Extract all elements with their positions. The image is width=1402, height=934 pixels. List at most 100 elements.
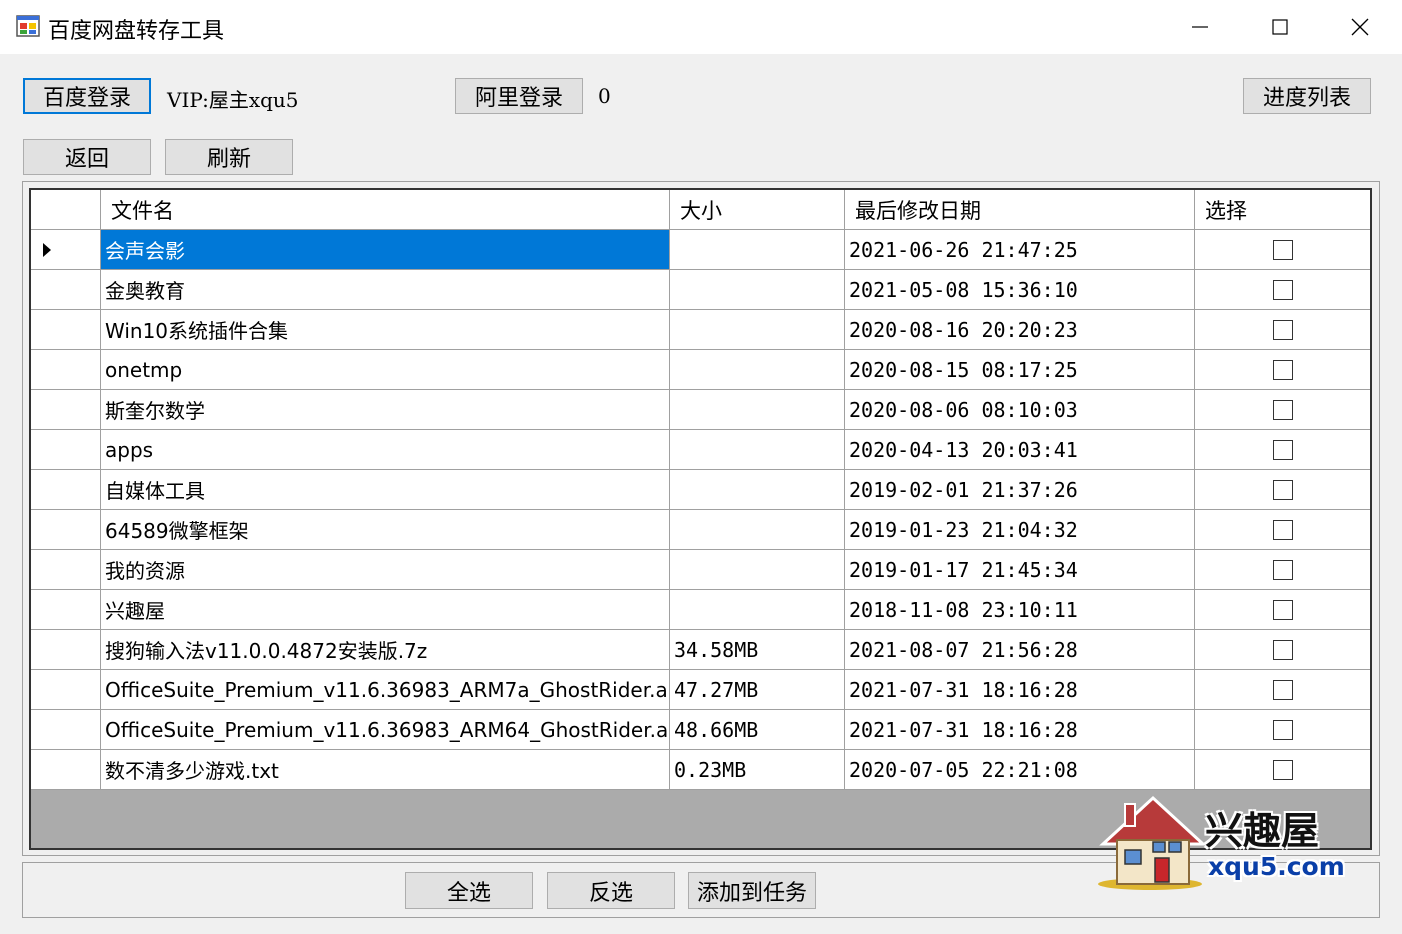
minimize-button[interactable] [1160, 0, 1240, 54]
table-row[interactable]: 搜狗输入法v11.0.0.4872安装版.7z 34.58MB 2021-08-07… [31, 630, 1370, 670]
select-cell[interactable] [1195, 350, 1370, 389]
select-cell[interactable] [1195, 510, 1370, 549]
select-cell[interactable] [1195, 630, 1370, 669]
select-cell[interactable] [1195, 270, 1370, 309]
size-cell[interactable] [670, 470, 845, 509]
row-header-cell[interactable] [31, 270, 101, 309]
refresh-button[interactable]: 刷新 [165, 139, 293, 175]
select-checkbox[interactable] [1272, 239, 1293, 260]
modified-date-cell[interactable]: 2021-06-26 21:47:25 [845, 230, 1195, 269]
back-button[interactable]: 返回 [23, 139, 151, 175]
baidu-login-button[interactable]: 百度登录 [23, 78, 151, 114]
select-cell[interactable] [1195, 310, 1370, 349]
size-cell[interactable] [670, 430, 845, 469]
select-checkbox[interactable] [1272, 359, 1293, 380]
size-cell[interactable]: 47.27MB [670, 670, 845, 709]
table-row[interactable]: 64589微擎框架 2019-01-23 21:04:32 [31, 510, 1370, 550]
column-header-modified[interactable]: 最后修改日期 [845, 190, 1195, 229]
row-header-cell[interactable] [31, 590, 101, 629]
size-cell[interactable] [670, 310, 845, 349]
table-row[interactable]: 会声会影 2021-06-26 21:47:25 [31, 230, 1370, 270]
row-header-cell[interactable] [31, 550, 101, 589]
filename-cell[interactable]: onetmp [101, 350, 670, 389]
select-checkbox[interactable] [1272, 759, 1293, 780]
select-checkbox[interactable] [1272, 279, 1293, 300]
select-cell[interactable] [1195, 390, 1370, 429]
maximize-button[interactable] [1240, 0, 1320, 54]
size-cell[interactable] [670, 230, 845, 269]
filename-cell[interactable]: apps [101, 430, 670, 469]
table-row[interactable]: apps 2020-04-13 20:03:41 [31, 430, 1370, 470]
progress-list-button[interactable]: 进度列表 [1243, 78, 1371, 114]
size-cell[interactable] [670, 590, 845, 629]
select-cell[interactable] [1195, 670, 1370, 709]
size-cell[interactable]: 34.58MB [670, 630, 845, 669]
select-cell[interactable] [1195, 750, 1370, 789]
row-header-cell[interactable] [31, 630, 101, 669]
row-header-cell[interactable] [31, 430, 101, 469]
column-header-select[interactable]: 选择 [1195, 190, 1370, 229]
modified-date-cell[interactable]: 2020-08-16 20:20:23 [845, 310, 1195, 349]
table-row[interactable]: 兴趣屋 2018-11-08 23:10:11 [31, 590, 1370, 630]
modified-date-cell[interactable]: 2020-08-15 08:17:25 [845, 350, 1195, 389]
modified-date-cell[interactable]: 2020-07-05 22:21:08 [845, 750, 1195, 789]
size-cell[interactable]: 0.23MB [670, 750, 845, 789]
table-row[interactable]: OfficeSuite_Premium_v11.6.36983_ARM64_Gh… [31, 710, 1370, 750]
filename-cell[interactable]: OfficeSuite_Premium_v11.6.36983_ARM64_Gh… [101, 710, 670, 749]
modified-date-cell[interactable]: 2019-01-17 21:45:34 [845, 550, 1195, 589]
row-header-cell[interactable] [31, 390, 101, 429]
modified-date-cell[interactable]: 2021-07-31 18:16:28 [845, 670, 1195, 709]
modified-date-cell[interactable]: 2021-08-07 21:56:28 [845, 630, 1195, 669]
close-button[interactable] [1320, 0, 1400, 54]
table-row[interactable]: onetmp 2020-08-15 08:17:25 [31, 350, 1370, 390]
invert-select-button[interactable]: 反选 [547, 872, 675, 909]
select-checkbox[interactable] [1272, 559, 1293, 580]
size-cell[interactable] [670, 350, 845, 389]
file-grid[interactable]: 文件名 大小 最后修改日期 选择 会声会影 2021-06-26 21:47:25… [29, 188, 1372, 850]
size-cell[interactable] [670, 270, 845, 309]
filename-cell[interactable]: 斯奎尔数学 [101, 390, 670, 429]
select-checkbox[interactable] [1272, 479, 1293, 500]
table-row[interactable]: 数不清多少游戏.txt 0.23MB 2020-07-05 22:21:08 [31, 750, 1370, 790]
row-header-cell[interactable] [31, 350, 101, 389]
row-header-cell[interactable] [31, 750, 101, 789]
modified-date-cell[interactable]: 2021-07-31 18:16:28 [845, 710, 1195, 749]
modified-date-cell[interactable]: 2018-11-08 23:10:11 [845, 590, 1195, 629]
filename-cell[interactable]: 64589微擎框架 [101, 510, 670, 549]
table-row[interactable]: OfficeSuite_Premium_v11.6.36983_ARM7a_Gh… [31, 670, 1370, 710]
modified-date-cell[interactable]: 2020-04-13 20:03:41 [845, 430, 1195, 469]
filename-cell[interactable]: 数不清多少游戏.txt [101, 750, 670, 789]
modified-date-cell[interactable]: 2019-01-23 21:04:32 [845, 510, 1195, 549]
column-header-filename[interactable]: 文件名 [101, 190, 670, 229]
table-row[interactable]: 斯奎尔数学 2020-08-06 08:10:03 [31, 390, 1370, 430]
filename-cell[interactable]: 我的资源 [101, 550, 670, 589]
select-cell[interactable] [1195, 710, 1370, 749]
ali-login-button[interactable]: 阿里登录 [455, 78, 583, 114]
row-header-cell[interactable] [31, 710, 101, 749]
select-checkbox[interactable] [1272, 519, 1293, 540]
select-checkbox[interactable] [1272, 439, 1293, 460]
row-header-cell[interactable] [31, 510, 101, 549]
size-cell[interactable] [670, 390, 845, 429]
filename-cell[interactable]: 搜狗输入法v11.0.0.4872安装版.7z [101, 630, 670, 669]
column-header-size[interactable]: 大小 [670, 190, 845, 229]
filename-cell[interactable]: OfficeSuite_Premium_v11.6.36983_ARM7a_Gh… [101, 670, 670, 709]
table-row[interactable]: 我的资源 2019-01-17 21:45:34 [31, 550, 1370, 590]
size-cell[interactable] [670, 550, 845, 589]
filename-cell[interactable]: 会声会影 [101, 230, 670, 269]
row-header-cell[interactable] [31, 310, 101, 349]
filename-cell[interactable]: 兴趣屋 [101, 590, 670, 629]
select-cell[interactable] [1195, 590, 1370, 629]
row-header-cell[interactable] [31, 230, 101, 269]
select-checkbox[interactable] [1272, 319, 1293, 340]
modified-date-cell[interactable]: 2020-08-06 08:10:03 [845, 390, 1195, 429]
select-checkbox[interactable] [1272, 719, 1293, 740]
modified-date-cell[interactable]: 2021-05-08 15:36:10 [845, 270, 1195, 309]
size-cell[interactable] [670, 510, 845, 549]
table-row[interactable]: Win10系统插件合集 2020-08-16 20:20:23 [31, 310, 1370, 350]
modified-date-cell[interactable]: 2019-02-01 21:37:26 [845, 470, 1195, 509]
size-cell[interactable]: 48.66MB [670, 710, 845, 749]
filename-cell[interactable]: 自媒体工具 [101, 470, 670, 509]
table-row[interactable]: 金奥教育 2021-05-08 15:36:10 [31, 270, 1370, 310]
select-checkbox[interactable] [1272, 599, 1293, 620]
